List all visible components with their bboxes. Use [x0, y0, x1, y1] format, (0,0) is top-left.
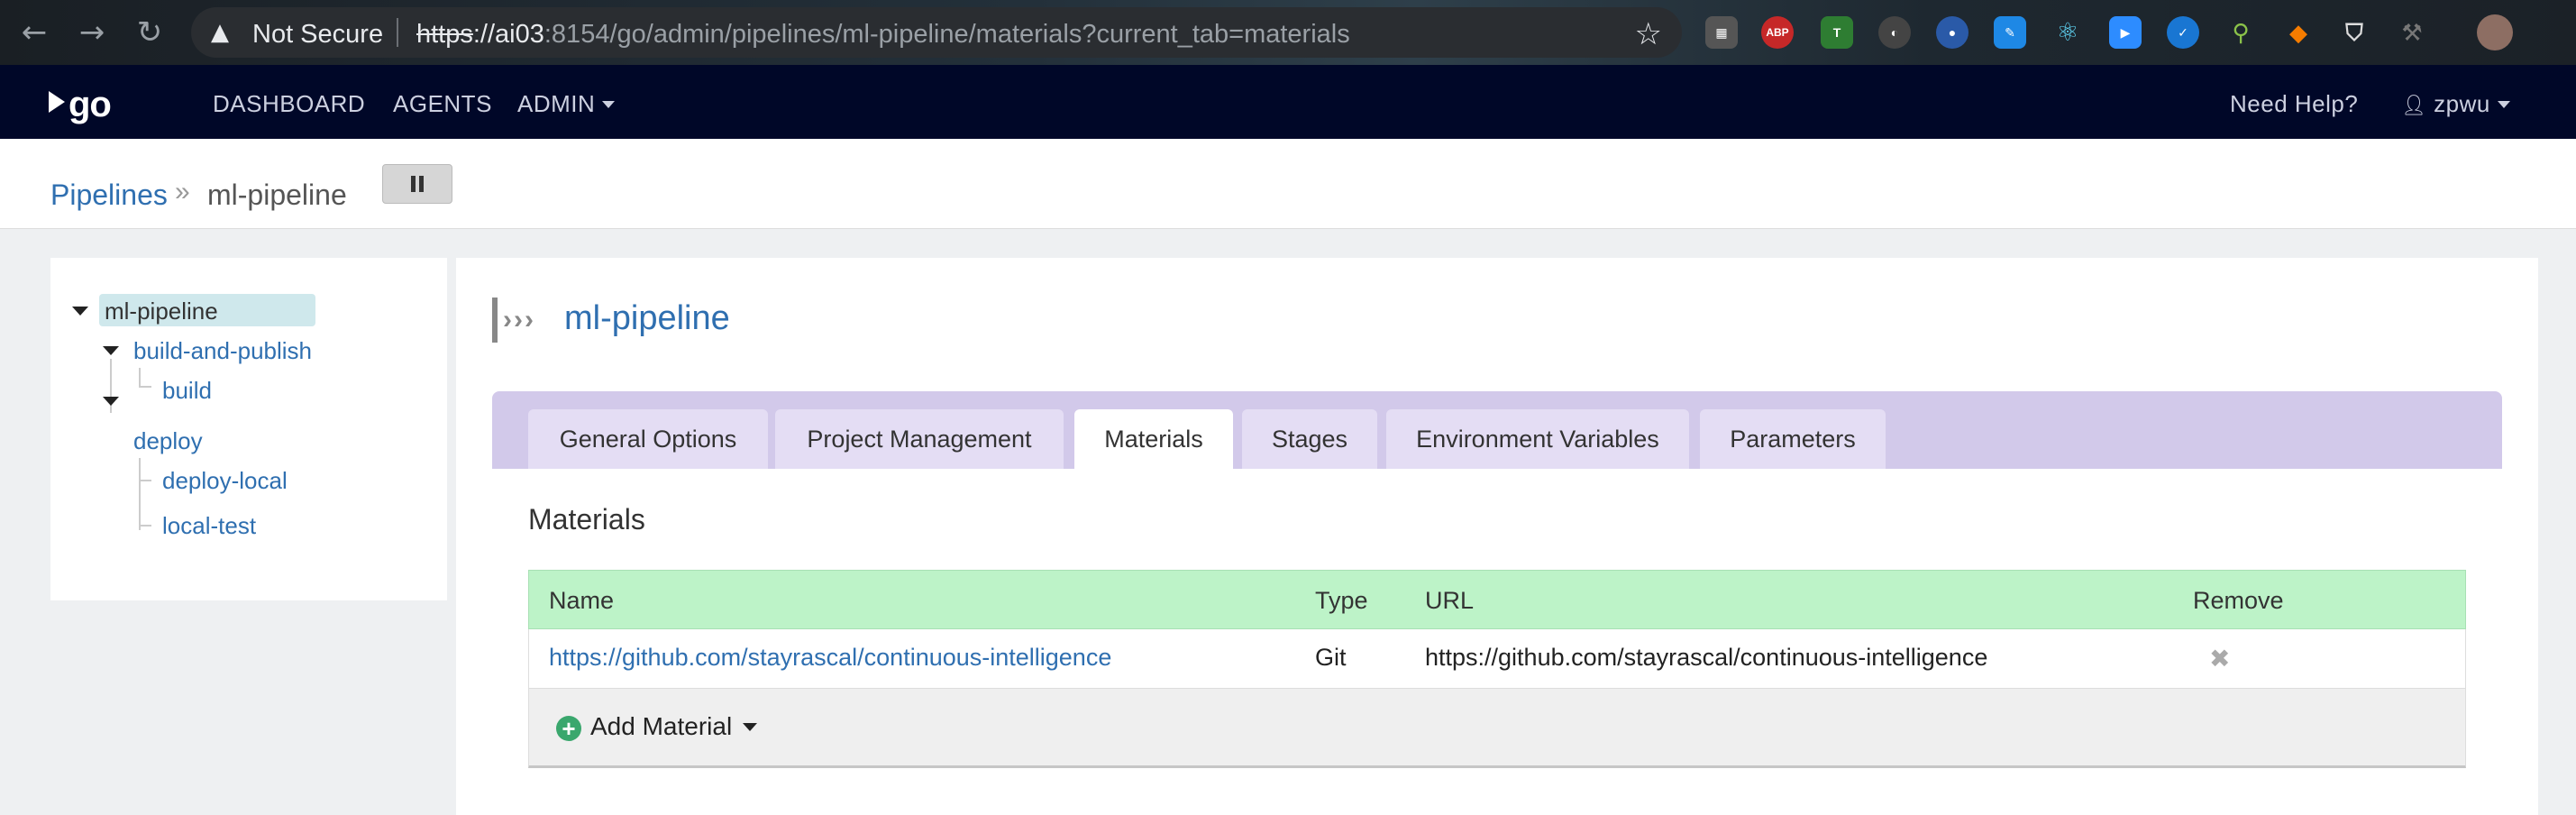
bookmark-star-icon[interactable]: ☆ [1635, 16, 1662, 52]
profile-avatar[interactable] [2477, 14, 2513, 50]
extension-key-icon[interactable]: ⚲ [2224, 16, 2257, 49]
warning-icon: ▲ [211, 19, 229, 46]
column-header-url: URL [1425, 587, 1475, 614]
tree-item-job[interactable]: deploy-local [162, 467, 288, 495]
pipeline-icon: › › › [492, 298, 544, 343]
breadcrumb-pipelines[interactable]: Pipelines [50, 179, 168, 212]
tree-item-job[interactable]: local-test [162, 512, 256, 540]
user-menu[interactable]: 👤︎ zpwu [2401, 90, 2510, 118]
tab-parameters[interactable]: Parameters [1700, 409, 1886, 469]
collapse-toggle-icon[interactable] [103, 346, 119, 355]
chevron-down-icon [602, 101, 616, 108]
extension-adblock-icon[interactable]: ABP [1761, 16, 1794, 49]
add-material-button[interactable]: + Add Material [556, 712, 758, 745]
tab-project-management[interactable]: Project Management [775, 409, 1064, 469]
tab-stages[interactable]: Stages [1242, 409, 1377, 469]
tab-materials[interactable]: Materials [1074, 409, 1233, 469]
add-material-row: + Add Material [528, 689, 2466, 768]
table-row: https://github.com/stayrascal/continuous… [528, 629, 2466, 689]
plus-icon: + [556, 716, 581, 741]
browser-toolbar: ← → ↻ ▲ Not Secure https://ai03:8154/go/… [0, 0, 2576, 65]
pipeline-tree: ml-pipeline build-and-publish build depl… [50, 258, 447, 600]
gocd-logo[interactable]: go [49, 85, 112, 125]
pause-pipeline-button[interactable] [382, 164, 452, 204]
nav-agents[interactable]: AGENTS [393, 90, 492, 118]
back-icon[interactable]: ← [14, 13, 54, 52]
nav-dashboard[interactable]: DASHBOARD [213, 90, 365, 118]
remove-icon[interactable]: ✖ [2209, 644, 2230, 673]
extension-moon-icon[interactable]: ◐ [1878, 16, 1911, 49]
forward-icon[interactable]: → [72, 13, 112, 52]
address-bar[interactable]: ▲ Not Secure https://ai03:8154/go/admin/… [191, 7, 1682, 58]
nav-admin[interactable]: ADMIN [517, 90, 616, 118]
breadcrumb: Pipelines » ml-pipeline [0, 139, 2576, 229]
column-header-remove: Remove [2193, 587, 2284, 614]
extension-disabled-icon[interactable]: ⚒ [2396, 16, 2428, 49]
tree-item-job[interactable]: build [162, 377, 212, 405]
breadcrumb-current: ml-pipeline [207, 179, 347, 211]
extension-zoom-icon[interactable]: ▶ [2109, 16, 2142, 49]
collapse-toggle-icon[interactable] [103, 397, 119, 406]
extension-metamask-icon[interactable]: ◆ [2282, 16, 2315, 49]
need-help-link[interactable]: Need Help? [2230, 90, 2358, 118]
collapse-toggle-icon[interactable] [72, 307, 88, 316]
column-header-name: Name [549, 587, 615, 614]
chevron-down-icon [2497, 101, 2510, 108]
user-icon: 👤︎ [2401, 95, 2427, 117]
tab-environment-variables[interactable]: Environment Variables [1386, 409, 1689, 469]
column-header-type: Type [1315, 587, 1368, 614]
section-title: Materials [528, 503, 645, 536]
security-label: Not Secure [252, 20, 384, 49]
tab-general-options[interactable]: General Options [528, 409, 768, 469]
extension-react-icon[interactable]: ⚛ [2051, 16, 2084, 49]
tree-item-stage[interactable]: build-and-publish [133, 337, 312, 365]
app-header: go DASHBOARD AGENTS ADMIN Need Help? 👤︎ … [0, 65, 2576, 139]
extension-check-icon[interactable]: ✓ [2167, 16, 2199, 49]
tree-item-pipeline[interactable]: ml-pipeline [99, 294, 315, 326]
tree-item-stage[interactable]: deploy [133, 427, 203, 455]
chevron-down-icon [743, 723, 758, 731]
reload-icon[interactable]: ↻ [130, 13, 169, 52]
page-title: ml-pipeline [564, 299, 730, 337]
extension-tampermonkey-icon[interactable]: T [1821, 16, 1853, 49]
extension-pen-icon[interactable]: ✎ [1994, 16, 2026, 49]
material-name-link[interactable]: https://github.com/stayrascal/continuous… [549, 644, 1111, 672]
extension-shield-icon[interactable]: ⛉ [2338, 16, 2370, 49]
material-url: https://github.com/stayrascal/continuous… [1425, 644, 1988, 671]
breadcrumb-separator: » [175, 177, 190, 206]
extension-drop-icon[interactable]: ● [1936, 16, 1969, 49]
main-panel: › › › ml-pipeline General Options Projec… [456, 258, 2538, 815]
pause-icon [411, 176, 424, 192]
extension-calendar-icon[interactable]: ▦ [1705, 16, 1738, 49]
material-type: Git [1315, 644, 1347, 671]
url-text[interactable]: https://ai03:8154/go/admin/pipelines/ml-… [416, 20, 1350, 50]
materials-table-header: Name Type URL Remove [528, 570, 2466, 629]
